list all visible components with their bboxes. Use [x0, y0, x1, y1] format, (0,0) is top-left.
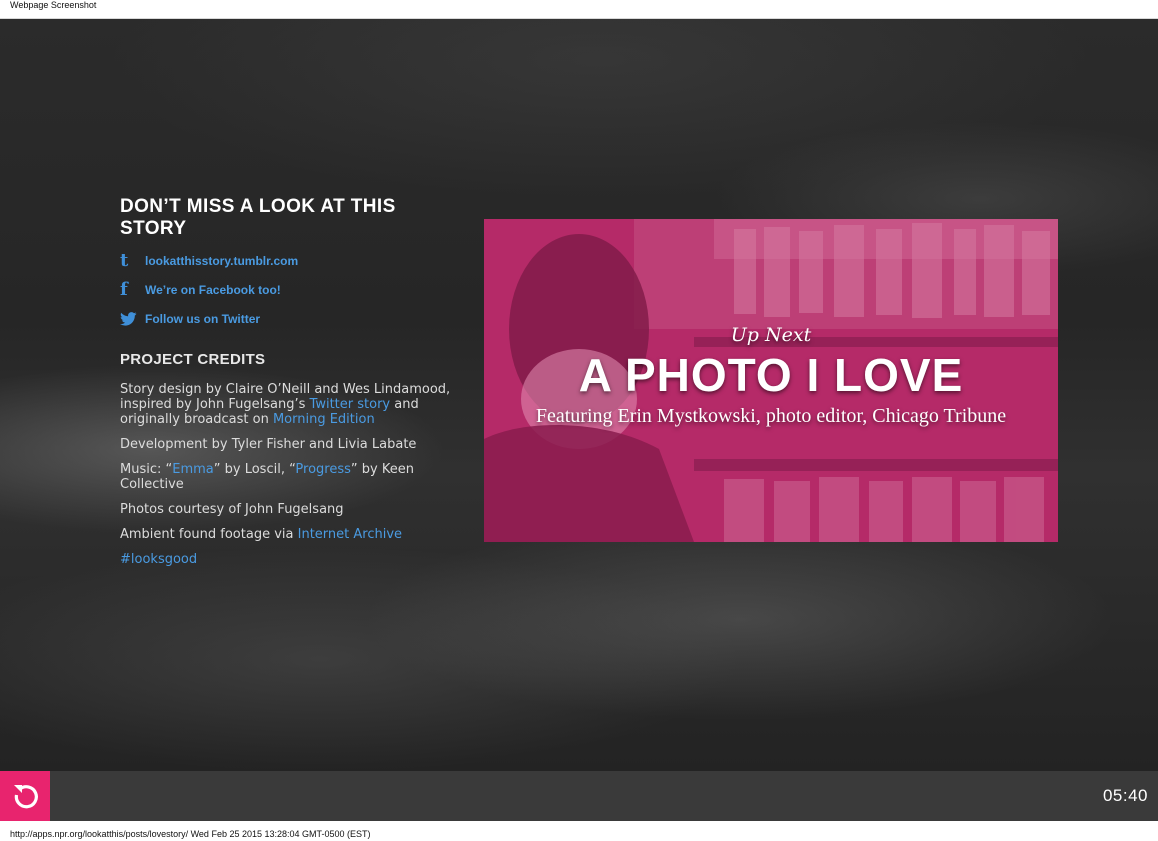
twitter-link[interactable]: Follow us on Twitter	[145, 312, 260, 326]
credit-text: ” by Loscil, “	[213, 462, 296, 477]
social-item-twitter[interactable]: Follow us on Twitter	[120, 304, 460, 333]
up-next-text: Up Next A PHOTO I LOVE Featuring Erin My…	[484, 323, 1058, 429]
credit-footage: Ambient found footage via Internet Archi…	[120, 527, 460, 542]
elapsed-time: 05:40	[1102, 786, 1148, 805]
capture-footer: http://apps.npr.org/lookatthis/posts/lov…	[0, 821, 1158, 841]
progress-link[interactable]: Progress	[295, 462, 350, 477]
replay-button[interactable]	[0, 771, 50, 821]
tumblr-link[interactable]: lookatthisstory.tumblr.com	[145, 254, 298, 268]
replay-icon	[14, 785, 38, 809]
social-item-facebook[interactable]: f We’re on Facebook too!	[120, 275, 460, 304]
project-credits: Story design by Claire O’Neill and Wes L…	[120, 382, 460, 567]
credit-music: Music: “Emma” by Loscil, “Progress” by K…	[120, 462, 460, 492]
credit-hashtag: #looksgood	[120, 552, 460, 567]
hashtag-link[interactable]: #looksgood	[120, 552, 197, 567]
up-next-card[interactable]: Up Next A PHOTO I LOVE Featuring Erin My…	[484, 219, 1058, 542]
morning-edition-link[interactable]: Morning Edition	[273, 412, 375, 427]
tumblr-icon: t	[120, 249, 129, 271]
sidebar-info: DON’T MISS A LOOK AT THIS STORY t lookat…	[120, 196, 460, 577]
credit-development: Development by Tyler Fisher and Livia La…	[120, 437, 417, 452]
player-controls: 05:40	[0, 771, 1158, 821]
capture-title: Webpage Screenshot	[0, 0, 1158, 19]
facebook-link[interactable]: We’re on Facebook too!	[145, 283, 281, 297]
facebook-icon: f	[120, 278, 128, 300]
social-item-tumblr[interactable]: t lookatthisstory.tumblr.com	[120, 246, 460, 275]
follow-heading: DON’T MISS A LOOK AT THIS STORY	[120, 196, 396, 239]
up-next-subtitle: Featuring Erin Mystkowski, photo editor,…	[535, 405, 1007, 427]
credit-photos: Photos courtesy of John Fugelsang	[120, 502, 344, 517]
credit-text: Ambient found footage via	[120, 527, 298, 542]
internet-archive-link[interactable]: Internet Archive	[298, 527, 402, 542]
social-links: t lookatthisstory.tumblr.com f We’re on …	[120, 246, 460, 333]
emma-link[interactable]: Emma	[172, 462, 214, 477]
story-end-screen: DON’T MISS A LOOK AT THIS STORY t lookat…	[0, 19, 1158, 771]
credit-text: Music: “	[120, 462, 173, 477]
up-next-label: Up Next	[730, 324, 812, 346]
up-next-title: A PHOTO I LOVE	[578, 349, 964, 401]
credit-story-design: Story design by Claire O’Neill and Wes L…	[120, 382, 460, 427]
twitter-icon	[120, 311, 145, 326]
credits-heading: PROJECT CREDITS	[120, 351, 266, 368]
twitter-story-link[interactable]: Twitter story	[310, 397, 391, 412]
